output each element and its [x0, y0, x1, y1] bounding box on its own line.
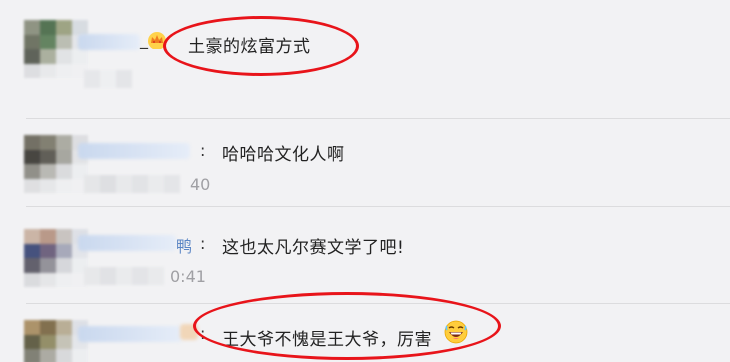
username-tail[interactable]: 鸭 [176, 233, 192, 257]
comment-item: 40 : 哈哈哈文化人啊 [0, 119, 730, 206]
highlight-circle [193, 292, 501, 360]
comment-item: _ . 土豪的炫富方式 [0, 0, 730, 118]
highlight-circle [163, 16, 359, 76]
comment-text: 哈哈哈文化人啊 [222, 145, 345, 165]
username[interactable] [78, 235, 176, 251]
comment-item: : 王大爷不愧是王大爷，厉害 [0, 292, 730, 362]
comment-text: 这也太凡尔赛文学了吧! [222, 238, 405, 258]
comment-meta [84, 175, 180, 193]
username[interactable] [78, 143, 190, 159]
comment-time: 0:41 [170, 267, 206, 286]
comment-separator: : [200, 141, 206, 160]
comment-time: 40 [190, 175, 211, 194]
comment-meta [84, 267, 164, 285]
comment-meta [84, 70, 132, 88]
comment-item: 鸭 0:41 : 这也太凡尔赛文学了吧! [0, 207, 730, 303]
comment-list: _ . 土豪的炫富方式 40 : 哈哈哈文化人啊 [0, 0, 730, 362]
username[interactable] [78, 34, 140, 50]
comment-separator: : [200, 234, 206, 253]
username[interactable] [78, 326, 182, 342]
